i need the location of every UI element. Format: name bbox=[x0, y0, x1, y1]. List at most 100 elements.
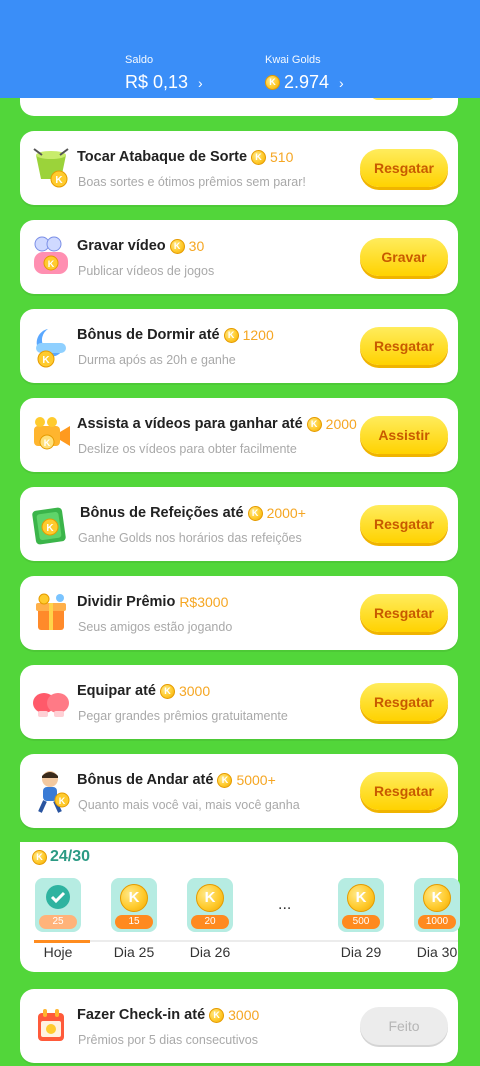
claim-button[interactable]: Resgatar bbox=[360, 683, 448, 721]
task-card-refeicoes: K Bônus de Refeições até K 2000+ Ganhe G… bbox=[20, 487, 458, 561]
claim-button[interactable]: Resgatar bbox=[360, 505, 448, 543]
task-card-gravar-video: K Gravar vídeo K 30 Publicar vídeos de j… bbox=[20, 220, 458, 294]
claim-button[interactable]: Resgatar bbox=[360, 594, 448, 632]
task-reward: 510 bbox=[270, 149, 294, 165]
kwai-coin-icon: K bbox=[159, 683, 175, 699]
task-card-andar: K Bônus de Andar até K 5000+ Quanto mais… bbox=[20, 754, 458, 828]
task-title: Fazer Check-in até K 3000 bbox=[77, 1007, 260, 1023]
task-title: Bônus de Refeições até K 2000+ bbox=[80, 505, 306, 521]
walking-boy-icon: K bbox=[38, 771, 70, 813]
task-subtitle: Ganhe Golds nos horários das refeições bbox=[78, 531, 302, 545]
golds-value: 2.974 bbox=[284, 72, 330, 92]
task-title: Bônus de Andar até K 5000+ bbox=[77, 772, 276, 788]
task-subtitle: Publicar vídeos de jogos bbox=[78, 264, 215, 278]
golds-label: Kwai Golds bbox=[265, 54, 321, 66]
task-reward: 1200 bbox=[242, 327, 274, 343]
kwai-coin-icon: K bbox=[347, 884, 375, 912]
task-title: Gravar vídeo K 30 bbox=[77, 238, 205, 254]
svg-text:K: K bbox=[55, 175, 63, 186]
day-reward-box: K 1000 bbox=[414, 878, 460, 932]
day-reward-box: 25 bbox=[35, 878, 81, 932]
moon-icon: K bbox=[36, 329, 66, 368]
day-label: Dia 29 bbox=[340, 944, 382, 960]
chevron-right-icon: › bbox=[339, 74, 344, 91]
task-subtitle: Durma após as 20h e ganhe bbox=[78, 353, 236, 367]
watch-button[interactable]: Assistir bbox=[360, 416, 448, 454]
kwai-coin-icon: K bbox=[169, 238, 185, 254]
svg-text:K: K bbox=[48, 259, 55, 269]
task-reward: 30 bbox=[188, 238, 205, 254]
checkin-day-29[interactable]: K 500 Dia 29 bbox=[338, 878, 384, 960]
kwai-coin-icon: K bbox=[423, 884, 451, 912]
day-amount: 25 bbox=[39, 915, 77, 929]
drum-icon: K bbox=[33, 148, 69, 188]
checkmark-icon bbox=[46, 885, 70, 909]
chevron-right-icon: › bbox=[198, 74, 203, 91]
boxing-gloves-icon bbox=[33, 693, 69, 717]
svg-text:K: K bbox=[44, 438, 51, 448]
task-subtitle: Prêmios por 5 dias consecutivos bbox=[78, 1033, 258, 1047]
task-subtitle: Deslize os vídeos para obter facilmente bbox=[78, 442, 297, 456]
day-amount: 500 bbox=[342, 915, 380, 929]
gift-box-icon bbox=[36, 593, 66, 630]
day-label: Dia 25 bbox=[113, 944, 155, 960]
task-title: Tocar Atabaque de Sorte K 510 bbox=[77, 149, 294, 165]
video-camera-icon: K bbox=[34, 417, 70, 450]
kwai-coin-icon: K bbox=[251, 149, 267, 165]
task-card-checkin: Fazer Check-in até K 3000 Prêmios por 5 … bbox=[20, 989, 458, 1063]
checkin-track bbox=[34, 940, 458, 942]
task-reward: 2000 bbox=[325, 416, 357, 432]
kwai-coin-icon: K bbox=[265, 75, 280, 90]
svg-text:K: K bbox=[42, 355, 50, 366]
ellipsis: ... bbox=[278, 896, 292, 913]
kwai-coin-icon: K bbox=[306, 416, 322, 432]
game-controller-icon: K bbox=[34, 236, 68, 274]
day-reward-box: K 500 bbox=[338, 878, 384, 932]
balance-label: Saldo bbox=[125, 54, 154, 66]
task-card-dormir: K Bônus de Dormir até K 1200 Durma após … bbox=[20, 309, 458, 383]
claim-button[interactable]: Resgatar bbox=[360, 327, 448, 365]
balance-value: R$ 0,13 bbox=[125, 72, 189, 92]
golds-stat[interactable]: Kwai Golds K 2.974 › bbox=[265, 54, 344, 93]
done-button[interactable]: Feito bbox=[360, 1007, 448, 1045]
record-button[interactable]: Gravar bbox=[360, 238, 448, 276]
day-reward-box: K 15 bbox=[111, 878, 157, 932]
header-bar: Saldo R$ 0,13 › Kwai Golds K 2.974 › bbox=[0, 0, 480, 98]
task-title: Dividir Prêmio R$3000 bbox=[77, 594, 229, 610]
task-card-dividir-premio: Dividir Prêmio R$3000 Seus amigos estão … bbox=[20, 576, 458, 650]
task-subtitle: Quanto mais você vai, mais você ganha bbox=[78, 798, 300, 812]
checkin-day-30[interactable]: K 1000 Dia 30 bbox=[414, 878, 460, 960]
claim-button[interactable]: Resgatar bbox=[360, 149, 448, 187]
task-card-atabaque: K Tocar Atabaque de Sorte K 510 Boas sor… bbox=[20, 131, 458, 205]
day-label: Dia 30 bbox=[416, 944, 458, 960]
day-amount: 1000 bbox=[418, 915, 456, 929]
task-card-equipar: Equipar até K 3000 Pegar grandes prêmios… bbox=[20, 665, 458, 739]
claim-button[interactable]: Resgatar bbox=[360, 772, 448, 810]
task-title: Bônus de Dormir até K 1200 bbox=[77, 327, 274, 343]
kwai-coin-icon: K bbox=[120, 884, 148, 912]
task-reward: 5000+ bbox=[236, 772, 276, 788]
balance-stat[interactable]: Saldo R$ 0,13 › bbox=[125, 54, 203, 93]
day-label: Hoje bbox=[43, 944, 73, 960]
kwai-coin-icon: K bbox=[196, 884, 224, 912]
day-amount: 15 bbox=[115, 915, 153, 929]
task-subtitle: Boas sortes e ótimos prêmios sem parar! bbox=[78, 175, 306, 189]
meal-box-icon: K bbox=[32, 507, 66, 545]
task-reward: R$3000 bbox=[179, 594, 229, 610]
checkin-day-26[interactable]: K 20 Dia 26 bbox=[187, 878, 233, 960]
kwai-coin-icon: K bbox=[217, 772, 233, 788]
svg-text:K: K bbox=[46, 523, 54, 534]
calendar-icon bbox=[38, 1009, 64, 1041]
checkin-day-25[interactable]: K 15 Dia 25 bbox=[111, 878, 157, 960]
task-card-assistir: K Assista a vídeos para ganhar até K 200… bbox=[20, 398, 458, 472]
task-reward: 3000 bbox=[228, 1007, 260, 1023]
task-subtitle: Seus amigos estão jogando bbox=[78, 620, 233, 634]
day-reward-box: K 20 bbox=[187, 878, 233, 932]
day-label: Dia 26 bbox=[189, 944, 231, 960]
svg-text:K: K bbox=[59, 796, 66, 806]
checkin-day-today[interactable]: 25 Hoje bbox=[35, 878, 81, 960]
task-reward: 3000 bbox=[178, 683, 211, 699]
task-subtitle: Pegar grandes prêmios gratuitamente bbox=[78, 709, 288, 723]
kwai-coin-icon: K bbox=[32, 849, 47, 865]
day-amount: 20 bbox=[191, 915, 229, 929]
